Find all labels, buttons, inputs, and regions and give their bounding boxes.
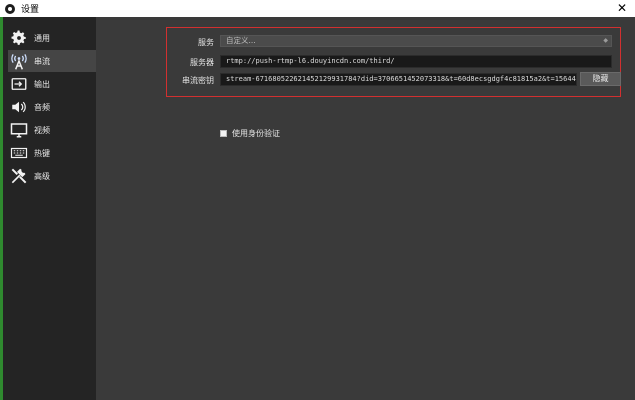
sidebar-item-label: 高级 [34, 171, 50, 181]
sidebar-item-stream[interactable]: 串流 [8, 50, 96, 72]
sidebar-item-output[interactable]: 输出 [8, 73, 96, 95]
obs-logo-icon [5, 3, 15, 14]
settings-sidebar: 通用 串流 输出 音频 视频 热键 高级 [3, 17, 96, 400]
tools-icon [8, 166, 30, 186]
use-auth-toggle[interactable]: 使用身份验证 [220, 128, 280, 139]
server-label: 服务器 [190, 58, 214, 67]
auth-checkbox[interactable] [220, 130, 227, 137]
gear-icon [8, 28, 30, 48]
stream-key-label: 串流密钥 [182, 76, 214, 85]
sidebar-item-advanced[interactable]: 高级 [8, 165, 96, 187]
sidebar-item-label: 通用 [34, 33, 50, 43]
keyboard-icon [8, 143, 30, 163]
sidebar-item-hotkeys[interactable]: 热键 [8, 142, 96, 164]
close-icon[interactable]: ✕ [617, 1, 627, 15]
stream-key-input[interactable]: stream-671680522621452129931784?did=3706… [220, 73, 577, 86]
sidebar-item-general[interactable]: 通用 [8, 27, 96, 49]
stream-settings-panel: 服务 自定义... ◆ 服务器 rtmp://push-rtmp-l6.douy… [96, 17, 635, 400]
hide-key-button[interactable]: 隐藏 [580, 72, 621, 86]
updown-arrows-icon: ◆ [603, 37, 608, 44]
window-title: 设置 [21, 5, 40, 15]
output-icon [8, 74, 30, 94]
sidebar-item-label: 输出 [34, 79, 50, 89]
server-input[interactable]: rtmp://push-rtmp-l6.douyincdn.com/third/ [220, 55, 612, 68]
title-bar: 设置 ✕ [0, 0, 635, 17]
sidebar-item-label: 热键 [34, 148, 50, 158]
speaker-icon [8, 97, 30, 117]
broadcast-antenna-icon [8, 51, 30, 71]
sidebar-item-audio[interactable]: 音频 [8, 96, 96, 118]
service-select[interactable]: 自定义... ◆ [220, 35, 612, 47]
sidebar-item-video[interactable]: 视频 [8, 119, 96, 141]
sidebar-item-label: 串流 [34, 56, 50, 66]
auth-label: 使用身份验证 [232, 129, 280, 138]
sidebar-item-label: 音频 [34, 102, 50, 112]
service-label: 服务 [198, 38, 214, 47]
monitor-icon [8, 120, 30, 140]
sidebar-item-label: 视频 [34, 125, 50, 135]
service-value: 自定义... [226, 36, 256, 45]
